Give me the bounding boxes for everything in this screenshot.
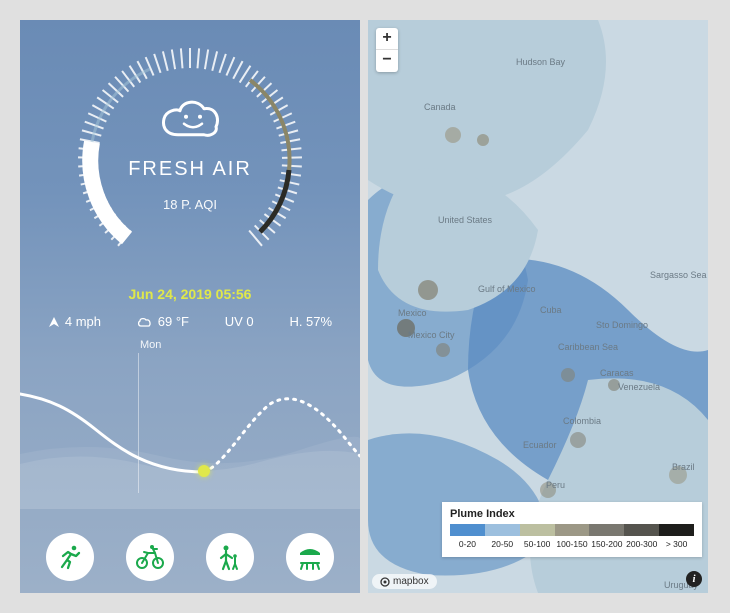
legend-swatch <box>659 524 694 536</box>
map-label-carib: Caribbean Sea <box>558 342 618 352</box>
legend-bin-label: 50-100 <box>520 539 555 549</box>
air-quality-label: FRESH AIR <box>100 158 280 181</box>
mapbox-logo-icon <box>380 577 390 587</box>
legend-bin-label: 20-50 <box>485 539 520 549</box>
map-label-ecuador: Ecuador <box>523 440 557 450</box>
map-label-domingo: Sto Domingo <box>596 320 648 330</box>
legend-title: Plume Index <box>450 508 694 520</box>
map-attribution-text: mapbox <box>393 576 429 587</box>
uv-value: UV 0 <box>225 314 254 329</box>
legend-bin-label: 100-150 <box>555 539 590 549</box>
map-label-us: United States <box>438 215 492 225</box>
legend-swatch <box>624 524 659 536</box>
activity-family-button[interactable] <box>206 533 254 581</box>
stats-row: 4 mph 69 °F UV 0 H. 57% <box>20 302 360 329</box>
uv-stat: UV 0 <box>225 314 254 329</box>
location-arrow-icon <box>48 316 60 328</box>
aqi-value: 18 P. AQI <box>100 197 280 212</box>
zoom-out-button[interactable]: − <box>376 50 398 72</box>
legend-swatch <box>450 524 485 536</box>
map-label-cuba: Cuba <box>540 305 562 315</box>
humidity-stat: H. 57% <box>289 314 332 329</box>
family-icon <box>217 543 243 571</box>
temp-value: 69 °F <box>158 314 189 329</box>
legend-swatch <box>589 524 624 536</box>
legend-bin-label: 0-20 <box>450 539 485 549</box>
legend-swatch <box>555 524 590 536</box>
activity-picnic-button[interactable] <box>286 533 334 581</box>
legend-swatch <box>485 524 520 536</box>
wind-value: 4 mph <box>65 314 101 329</box>
zoom-control: + − <box>376 28 398 72</box>
forecast-day-label: Mon <box>140 339 161 351</box>
activity-row <box>20 533 360 581</box>
map-panel[interactable]: Canada Hudson Bay United States Gulf of … <box>368 20 708 593</box>
wind-stat: 4 mph <box>48 314 101 329</box>
legend: Plume Index 0-2020-5050-100100-150150-20… <box>442 502 702 557</box>
legend-bin-label: 200-300 <box>624 539 659 549</box>
map-label-caracas: Caracas <box>600 368 634 378</box>
zoom-in-button[interactable]: + <box>376 28 398 50</box>
run-icon <box>56 543 84 571</box>
activity-bike-button[interactable] <box>126 533 174 581</box>
map-label-canada: Canada <box>424 102 456 112</box>
temp-stat: 69 °F <box>137 314 189 329</box>
map-label-venez: Venezuela <box>618 382 660 392</box>
map-label-mexcity: Mexico City <box>408 330 455 340</box>
cloud-icon <box>137 316 153 328</box>
air-quality-panel: FRESH AIR 18 P. AQI Jun 24, 2019 05:56 4… <box>20 20 360 593</box>
legend-bin-label: > 300 <box>659 539 694 549</box>
forecast-line-icon <box>20 354 360 509</box>
forecast-current-marker <box>198 465 210 477</box>
map-label-brazil: Brazil <box>672 462 695 472</box>
map-info-button[interactable]: i <box>686 571 702 587</box>
bike-icon <box>135 543 165 571</box>
humidity-value: H. 57% <box>289 314 332 329</box>
map-label-sargasso: Sargasso Sea <box>650 270 707 280</box>
map-label-peru: Peru <box>546 480 565 490</box>
map-attribution[interactable]: mapbox <box>372 574 437 589</box>
map-label-mexico: Mexico <box>398 308 427 318</box>
activity-run-button[interactable] <box>46 533 94 581</box>
happy-cloud-icon <box>100 97 280 148</box>
map-label-colom: Colombia <box>563 416 601 426</box>
picnic-icon <box>295 543 325 571</box>
aqi-gauge: FRESH AIR 18 P. AQI <box>70 40 310 280</box>
legend-bin-label: 150-200 <box>589 539 624 549</box>
timestamp: Jun 24, 2019 05:56 <box>20 286 360 302</box>
legend-swatch <box>520 524 555 536</box>
forecast-chart[interactable]: Mon <box>20 339 360 509</box>
map-label-hudson: Hudson Bay <box>516 58 565 67</box>
map-label-gulf: Gulf of Mexico <box>478 284 536 294</box>
